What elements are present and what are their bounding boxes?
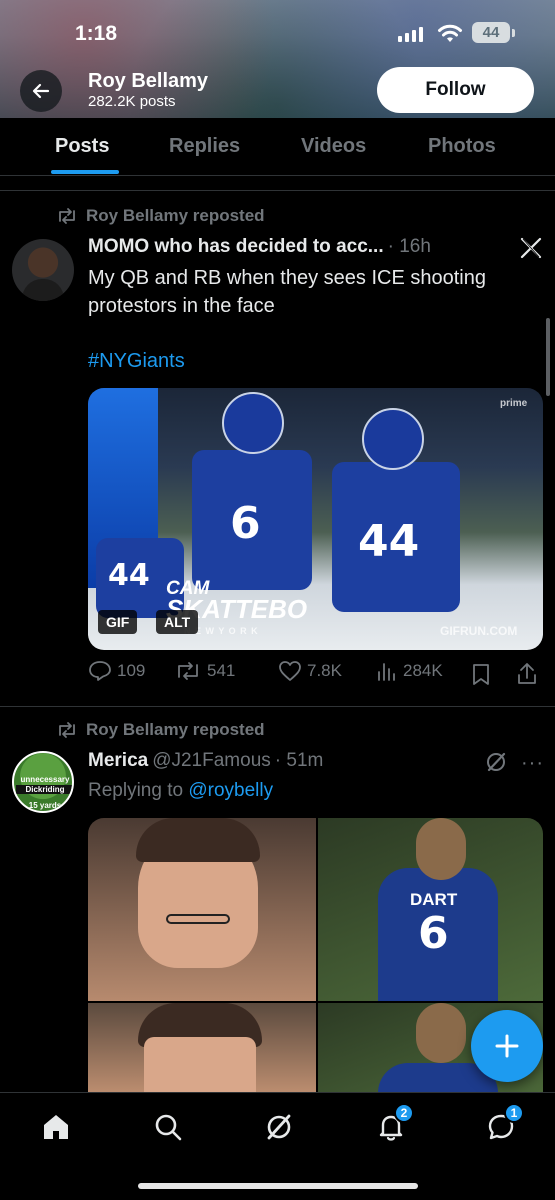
battery-level: 44	[482, 24, 500, 41]
avatar-text: 15 yards	[28, 801, 62, 810]
repost-label: Roy Bellamy reposted	[86, 206, 265, 225]
nav-search[interactable]	[152, 1111, 184, 1143]
profile-name: Roy Bellamy	[88, 70, 209, 92]
hair	[136, 818, 260, 862]
grok-icon[interactable]	[484, 750, 508, 774]
more-options-icon[interactable]: ···	[521, 752, 544, 775]
post-media-gif[interactable]: 6 44 44 CAM SKATTEBO N E W Y O R K GIFRU…	[88, 388, 543, 650]
wifi-icon	[438, 24, 462, 42]
notifications-badge: 2	[394, 1103, 414, 1123]
profile-tabs: Posts Replies Videos Photos	[0, 118, 555, 176]
reply-icon	[89, 661, 111, 681]
compose-post-button[interactable]	[471, 1010, 543, 1082]
profile-header: 1:18 44 Roy Bellamy 282.2K posts Follow	[0, 0, 555, 118]
gif-badge: GIF	[98, 610, 138, 634]
post-time: · 16h	[387, 236, 431, 257]
repost-count: 541	[207, 661, 236, 680]
post-count: 282.2K posts	[88, 93, 176, 110]
prime-logo: prime	[500, 398, 528, 409]
views-button[interactable]: 284K	[376, 660, 443, 682]
repost-indicator[interactable]: Roy Bellamy reposted	[56, 206, 265, 226]
like-button[interactable]: 7.8K	[278, 660, 342, 682]
post-header: Merica @J21Famous · 51m	[88, 750, 323, 772]
tab-active-indicator	[51, 170, 119, 174]
media-image[interactable]: DART 6	[318, 818, 543, 1001]
alt-text-button[interactable]: ALT	[156, 610, 199, 634]
tab-videos[interactable]: Videos	[301, 135, 366, 158]
follow-button[interactable]: Follow	[377, 67, 534, 113]
head	[416, 818, 466, 880]
media-image[interactable]	[88, 1003, 316, 1098]
back-button[interactable]	[20, 70, 62, 112]
reply-button[interactable]: 109	[88, 660, 145, 682]
face	[144, 1037, 256, 1098]
hashtag-link[interactable]: #NYGiants	[88, 350, 185, 373]
reply-prefix: Replying to	[88, 780, 184, 801]
bookmark-icon[interactable]	[471, 663, 491, 687]
cellular-signal-icon	[398, 26, 423, 42]
view-count: 284K	[403, 661, 443, 680]
status-time: 1:18	[75, 22, 118, 45]
post-text: My QB and RB when they sees ICE shooting…	[88, 267, 486, 317]
battery-cap	[512, 29, 515, 37]
search-icon	[155, 1114, 182, 1141]
divider	[0, 190, 555, 191]
repost-label: Roy Bellamy reposted	[86, 720, 265, 739]
reply-count: 109	[117, 661, 146, 680]
avatar[interactable]	[12, 239, 74, 301]
post-header: MOMO who has decided to acc... · 16h	[88, 236, 431, 258]
status-bar: 1:18 44	[0, 18, 555, 48]
battery-icon: 44	[472, 22, 510, 43]
arrow-left-icon	[32, 83, 50, 99]
repost-indicator[interactable]: Roy Bellamy reposted	[56, 720, 265, 740]
tab-posts[interactable]: Posts	[55, 135, 109, 158]
share-icon[interactable]	[516, 662, 538, 686]
reply-context: Replying to @roybelly	[88, 780, 273, 802]
helmet	[362, 408, 424, 470]
avatar-text: unnecessary	[20, 775, 70, 784]
avatar[interactable]: unnecessary Dickriding 15 yards	[12, 751, 74, 813]
post-time: · 51m	[274, 750, 324, 771]
repost-icon	[59, 208, 75, 224]
jersey-number: 6	[418, 908, 449, 959]
media-image[interactable]	[88, 818, 316, 1001]
repost-icon	[59, 722, 75, 738]
glasses	[166, 914, 230, 924]
home-indicator[interactable]	[138, 1183, 418, 1189]
reply-to-link[interactable]: @roybelly	[188, 780, 273, 801]
home-icon	[44, 1115, 68, 1139]
repost-button[interactable]: 541	[174, 660, 235, 682]
repost-icon	[178, 662, 198, 680]
jersey-number: 44	[358, 516, 420, 567]
head	[416, 1003, 466, 1063]
nav-home[interactable]	[40, 1111, 72, 1143]
divider	[0, 706, 555, 707]
nav-grok[interactable]	[263, 1111, 295, 1143]
post-handle[interactable]: @J21Famous	[152, 750, 271, 772]
grok-icon	[267, 1114, 291, 1140]
x-logo-icon	[520, 237, 542, 259]
heart-icon	[279, 661, 301, 681]
jersey-number: 6	[230, 498, 261, 549]
helmet	[222, 392, 284, 454]
messages-badge: 1	[504, 1103, 524, 1123]
plus-icon	[495, 1034, 519, 1058]
post-author[interactable]: MOMO who has decided to acc...	[88, 236, 384, 258]
post-actions: 109 541 7.8K 284K	[88, 660, 543, 690]
tab-photos[interactable]: Photos	[428, 135, 496, 158]
tab-replies[interactable]: Replies	[169, 135, 240, 158]
like-count: 7.8K	[307, 661, 342, 680]
scrollbar[interactable]	[546, 318, 550, 396]
jersey-name: DART	[410, 890, 458, 909]
watermark: GIFRUN.COM	[440, 624, 518, 638]
post-author[interactable]: Merica	[88, 750, 148, 772]
avatar-text: Dickriding	[16, 785, 72, 794]
jersey-number: 44	[108, 558, 150, 593]
analytics-icon	[378, 663, 395, 681]
